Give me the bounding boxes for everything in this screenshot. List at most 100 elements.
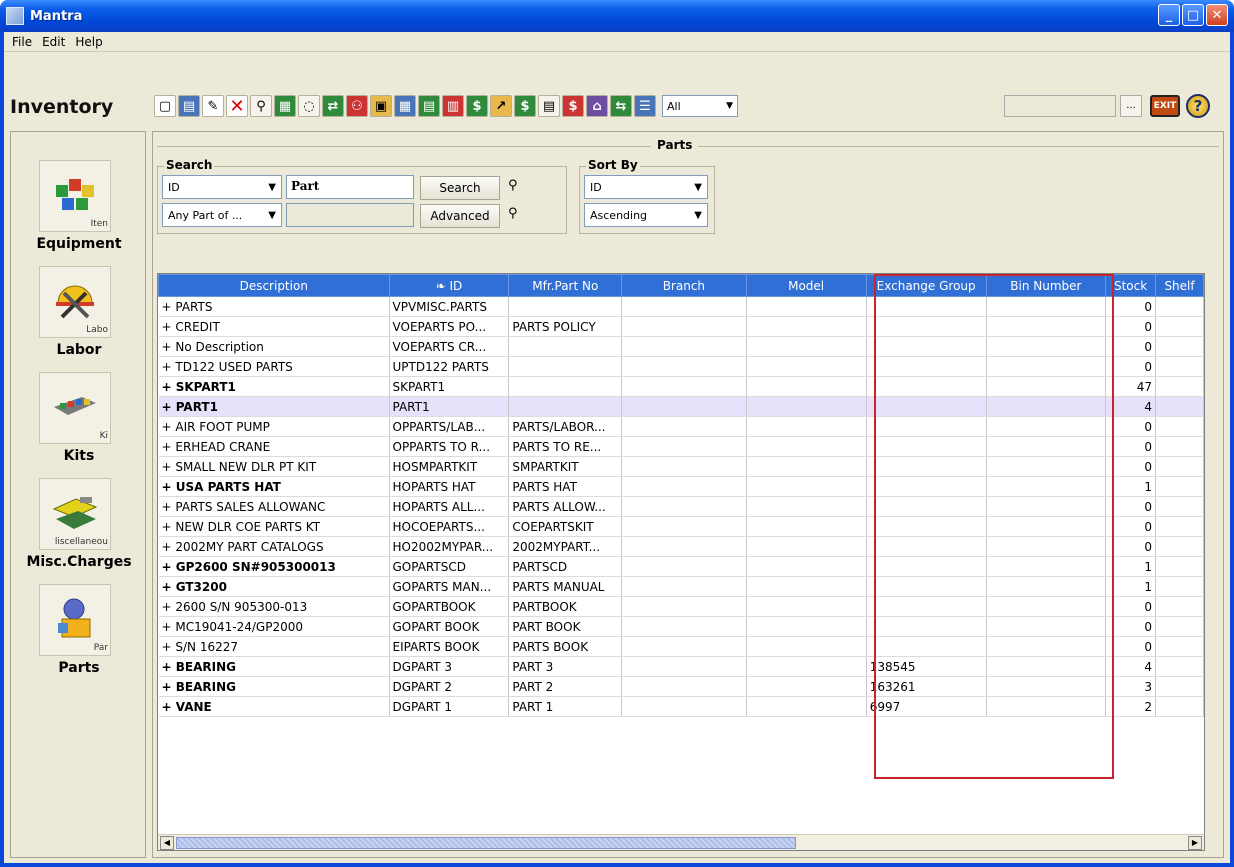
table-row[interactable]: + BEARING DGPART 2 PART 2 163261 3 xyxy=(158,676,1204,697)
menu-help[interactable]: Help xyxy=(73,35,104,49)
labor-button[interactable]: Labo xyxy=(39,266,111,338)
table-row[interactable]: + S/N 16227 EIPARTS BOOK PARTS BOOK 0 xyxy=(158,636,1204,657)
column-header[interactable]: Model xyxy=(745,274,867,297)
chevron-down-icon: ▼ xyxy=(268,181,276,193)
table-row[interactable]: + PARTS SALES ALLOWANC HOPARTS ALL... PART… xyxy=(158,496,1204,517)
search-input-2[interactable] xyxy=(286,203,414,227)
column-header[interactable]: Branch xyxy=(621,274,747,297)
cell-model xyxy=(746,376,867,397)
column-header[interactable]: Mfr.Part No xyxy=(508,274,623,297)
price-icon[interactable]: $ xyxy=(466,95,488,117)
advanced-button[interactable]: Advanced xyxy=(420,204,500,228)
table-row[interactable]: + MC19041-24/GP2000 GOPART BOOK PART BOOK 0 xyxy=(158,616,1204,637)
table-row[interactable]: + VANE DGPART 1 PART 1 6997 2 xyxy=(158,696,1204,717)
table-row[interactable]: + ERHEAD CRANE OPPARTS TO R... PARTS TO RE… xyxy=(158,436,1204,457)
cell-model xyxy=(746,696,867,717)
menu-file[interactable]: File xyxy=(10,35,34,49)
cell-id: HOPARTS ALL... xyxy=(389,496,510,517)
filter-combo[interactable]: All ▼ xyxy=(662,95,738,117)
exit-button[interactable]: EXIT xyxy=(1150,95,1180,117)
kits-button[interactable]: Ki xyxy=(39,372,111,444)
parts-button[interactable]: Par xyxy=(39,584,111,656)
minimize-button[interactable]: _ xyxy=(1158,4,1180,26)
grid-icon[interactable]: ▦ xyxy=(394,95,416,117)
ellipsis-button[interactable]: ... xyxy=(1120,95,1142,117)
binoculars-icon[interactable]: ⚲ xyxy=(508,206,526,222)
transfer-icon[interactable]: ⇄ xyxy=(322,95,344,117)
table-row[interactable]: + GT3200 GOPARTS MAN... PARTS MANUAL 1 xyxy=(158,576,1204,597)
cell-shelf xyxy=(1155,436,1204,457)
new-icon[interactable]: ▢ xyxy=(154,95,176,117)
search-button[interactable]: Search xyxy=(420,176,500,200)
table-row[interactable]: + BEARING DGPART 3 PART 3 138545 4 xyxy=(158,656,1204,677)
table-row[interactable]: + NEW DLR COE PARTS KT HOCOEPARTS... COEPA… xyxy=(158,516,1204,537)
table-row[interactable]: + USA PARTS HAT HOPARTS HAT PARTS HAT 1 xyxy=(158,476,1204,497)
cell-branch xyxy=(621,656,747,677)
table-row[interactable]: + SKPART1 SKPART1 47 xyxy=(158,376,1204,397)
misc-charges-button[interactable]: liscellaneou xyxy=(39,478,111,550)
cell-id: HOSMPARTKIT xyxy=(389,456,510,477)
search-input[interactable]: Part xyxy=(286,175,414,199)
table-row[interactable]: + TD122 USED PARTS UPTD122 PARTS 0 xyxy=(158,356,1204,377)
table-row[interactable]: + No Description VOEPARTS CR... 0 xyxy=(158,336,1204,357)
sort-order-combo[interactable]: Ascending ▼ xyxy=(584,203,708,227)
report-icon[interactable]: ▦ xyxy=(274,95,296,117)
table-row[interactable]: + SMALL NEW DLR PT KIT HOSMPARTKIT SMPARTK… xyxy=(158,456,1204,477)
sort-field-combo[interactable]: ID ▼ xyxy=(584,175,708,199)
refresh-icon[interactable]: ◌ xyxy=(298,95,320,117)
chart-icon[interactable]: ▥ xyxy=(442,95,464,117)
dollar-icon[interactable]: $ xyxy=(514,95,536,117)
cell-branch xyxy=(621,496,747,517)
menu-edit[interactable]: Edit xyxy=(40,35,67,49)
table-row[interactable]: + GP2600 SN#905300013 GOPARTSCD PARTSCD 1 xyxy=(158,556,1204,577)
table-row[interactable]: + PART1 PART1 4 xyxy=(158,396,1204,417)
equipment-button[interactable]: Iten xyxy=(39,160,111,232)
cell-id: GOPARTSCD xyxy=(389,556,510,577)
save-icon[interactable]: ▤ xyxy=(178,95,200,117)
table-row[interactable]: + PARTS VPVMISC.PARTS 0 xyxy=(158,296,1204,317)
binoculars-icon[interactable]: ⚲ xyxy=(508,178,526,194)
document-icon[interactable]: ▤ xyxy=(538,95,560,117)
cost-icon[interactable]: $ xyxy=(562,95,584,117)
table-row[interactable]: + AIR FOOT PUMP OPPARTS/LAB... PARTS/LABOR… xyxy=(158,416,1204,437)
scroll-right-icon[interactable]: ▶ xyxy=(1188,836,1202,850)
column-header[interactable]: Exchange Group xyxy=(865,274,987,297)
help-icon[interactable]: ? xyxy=(1186,94,1210,118)
table-row[interactable]: + 2002MY PART CATALOGS HO2002MYPAR... 2002… xyxy=(158,536,1204,557)
horizontal-scrollbar[interactable]: ◀ ▶ xyxy=(158,834,1204,850)
exchange-icon[interactable]: ⇆ xyxy=(610,95,632,117)
column-header[interactable]: Stock xyxy=(1105,274,1157,297)
table-row[interactable]: + CREDIT VOEPARTS PO... PARTS POLICY 0 xyxy=(158,316,1204,337)
search-field-combo[interactable]: ID ▼ xyxy=(162,175,282,199)
spreadsheet-icon[interactable]: ▤ xyxy=(418,95,440,117)
find-icon[interactable]: ⚲ xyxy=(250,95,272,117)
cell-exchange-group: 138545 xyxy=(866,656,987,677)
link-icon[interactable]: ⚇ xyxy=(346,95,368,117)
column-header[interactable]: ❧ ID xyxy=(388,274,510,297)
cell-mfr-part-no: PARTS MANUAL xyxy=(508,576,623,597)
match-mode-combo[interactable]: Any Part of ... ▼ xyxy=(162,203,282,227)
cell-bin-number xyxy=(986,656,1107,677)
toolbar-text-field[interactable] xyxy=(1004,95,1116,117)
delete-icon[interactable]: ✕ xyxy=(226,95,248,117)
close-button[interactable]: ✕ xyxy=(1206,4,1228,26)
scrollbar-thumb[interactable] xyxy=(176,837,796,849)
cell-exchange-group xyxy=(866,516,987,537)
column-header[interactable]: Shelf xyxy=(1155,274,1204,297)
parts-grid: Description ❧ ID Mfr.Part No Branch Model Exc… xyxy=(158,274,1204,717)
cell-model xyxy=(746,356,867,377)
edit-icon[interactable]: ✎ xyxy=(202,95,224,117)
table-row[interactable]: + 2600 S/N 905300-013 GOPARTBOOK PARTBOOK 0 xyxy=(158,596,1204,617)
list-icon[interactable]: ☰ xyxy=(634,95,656,117)
history-icon[interactable]: ▣ xyxy=(370,95,392,117)
warehouse-icon[interactable]: ⌂ xyxy=(586,95,608,117)
column-header[interactable]: Bin Number xyxy=(985,274,1107,297)
cell-bin-number xyxy=(986,576,1107,597)
panel-title: Parts xyxy=(651,138,699,152)
graph-icon[interactable]: ↗ xyxy=(490,95,512,117)
cell-branch xyxy=(621,556,747,577)
column-header[interactable]: Description xyxy=(158,274,390,297)
scroll-left-icon[interactable]: ◀ xyxy=(160,836,174,850)
cell-description: + ERHEAD CRANE xyxy=(158,436,390,457)
maximize-button[interactable]: □ xyxy=(1182,4,1204,26)
